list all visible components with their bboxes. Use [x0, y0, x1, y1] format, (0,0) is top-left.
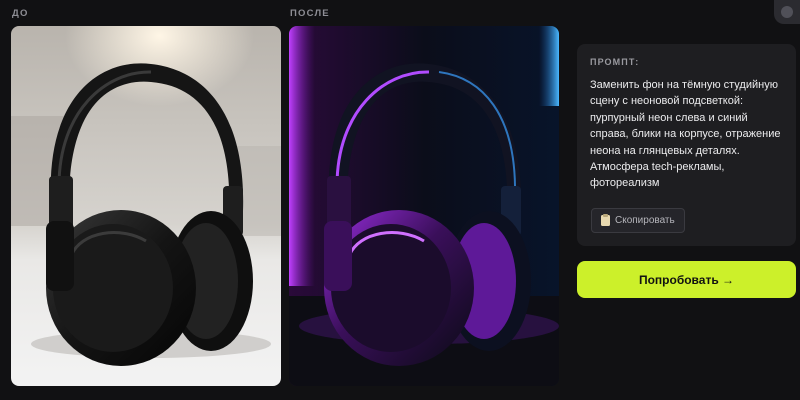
copy-button[interactable]: Скопировать: [591, 208, 685, 233]
corner-button[interactable]: [774, 0, 800, 24]
after-label: ПОСЛЕ: [290, 8, 330, 19]
before-image: [11, 26, 281, 386]
prompt-text: Заменить фон на тёмную студийную сцену с…: [590, 79, 781, 190]
clipboard-icon: [601, 214, 610, 226]
prompt-title: ПРОМПТ:: [590, 57, 640, 67]
try-button[interactable]: Попробовать →: [577, 261, 796, 298]
before-label: ДО: [12, 8, 29, 19]
prompt-card: ПРОМПТ: Заменить фон на тёмную студийную…: [577, 44, 796, 246]
after-image: [289, 26, 559, 386]
circle-icon: [781, 6, 793, 18]
headphones-neon-photo: [289, 26, 559, 386]
copy-button-label: Скопировать: [615, 215, 675, 226]
headphones-light-photo: [11, 26, 281, 386]
